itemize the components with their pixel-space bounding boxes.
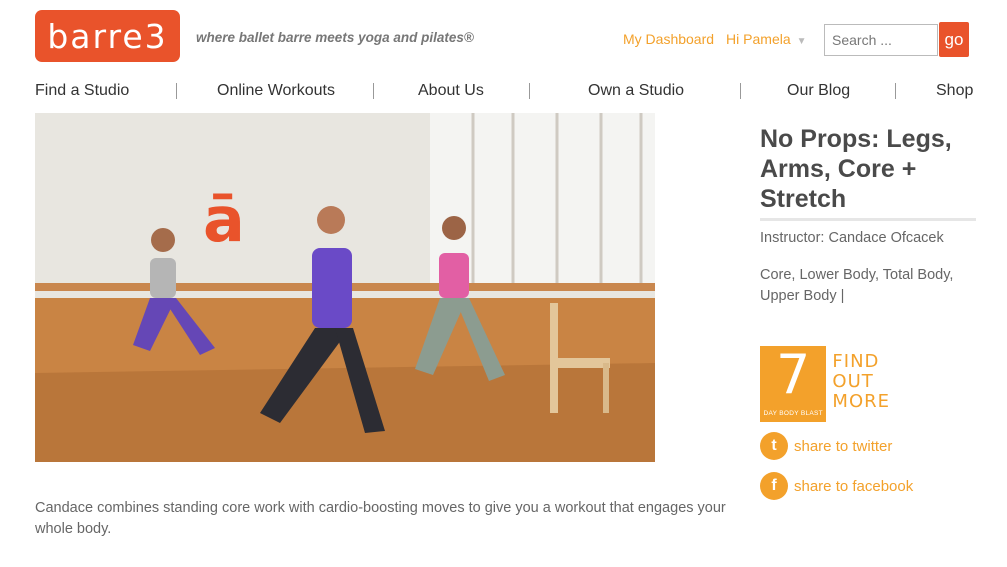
share-twitter-label: share to twitter: [794, 437, 893, 455]
search-go-button[interactable]: go: [939, 22, 969, 57]
nav-item-our-blog[interactable]: Our Blog: [787, 82, 850, 100]
promo-cta-line: OUT: [832, 371, 874, 392]
title-divider: [760, 218, 976, 221]
promo-badge: 7 DAY BODY BLAST: [760, 343, 827, 422]
user-greeting: Hi Pamela: [726, 31, 791, 47]
promo-cta-line: MORE: [832, 391, 890, 412]
my-dashboard-link[interactable]: My Dashboard: [623, 31, 714, 47]
nav-item-about-us[interactable]: About Us: [418, 82, 484, 100]
share-facebook-label: share to facebook: [794, 477, 914, 495]
nav-divider: [529, 83, 530, 99]
seven-day-body-blast-promo[interactable]: 7 DAY BODY BLAST FIND OUT MORE: [760, 346, 890, 422]
promo-subtitle: DAY BODY BLAST: [763, 410, 823, 417]
logo-text: barre3: [47, 16, 168, 56]
share-twitter-link[interactable]: t share to twitter: [760, 432, 892, 460]
nav-item-own-a-studio[interactable]: Own a Studio: [588, 82, 684, 100]
nav-item-online-workouts[interactable]: Online Workouts: [217, 82, 335, 100]
nav-item-shop[interactable]: Shop: [936, 82, 973, 100]
search-box: [824, 24, 938, 56]
nav-divider: [373, 83, 374, 99]
share-facebook-link[interactable]: f share to facebook: [760, 472, 913, 500]
workout-title: No Props: Legs, Arms, Core + Stretch: [760, 125, 952, 213]
search-input[interactable]: [825, 25, 937, 55]
promo-number: 7: [776, 343, 811, 406]
workout-description: Candace combines standing core work with…: [35, 500, 726, 537]
nav-divider: [176, 83, 177, 99]
nav-item-find-a-studio[interactable]: Find a Studio: [35, 82, 129, 100]
workout-video-player[interactable]: ā: [35, 113, 655, 462]
chevron-down-icon: ▼: [796, 36, 807, 47]
user-menu[interactable]: Hi Pamela ▼: [726, 31, 807, 47]
twitter-icon: t: [760, 432, 788, 460]
video-frame-illustration: ā: [35, 113, 655, 462]
workout-tags: Core, Lower Body, Total Body, Upper Body…: [760, 267, 954, 304]
tagline: where ballet barre meets yoga and pilate…: [196, 30, 474, 45]
nav-divider: [895, 83, 896, 99]
main-nav: Find a Studio Online Workouts About Us O…: [0, 80, 1007, 104]
instructor-label: Instructor: Candace Ofcacek: [760, 230, 944, 246]
top-user-links: My Dashboard Hi Pamela ▼: [623, 31, 807, 47]
facebook-icon: f: [760, 472, 788, 500]
nav-divider: [740, 83, 741, 99]
wall-logo: ā: [203, 183, 245, 256]
promo-cta: FIND OUT MORE: [832, 346, 890, 422]
barre3-logo[interactable]: barre3: [35, 10, 180, 62]
promo-cta-line: FIND: [832, 351, 880, 372]
